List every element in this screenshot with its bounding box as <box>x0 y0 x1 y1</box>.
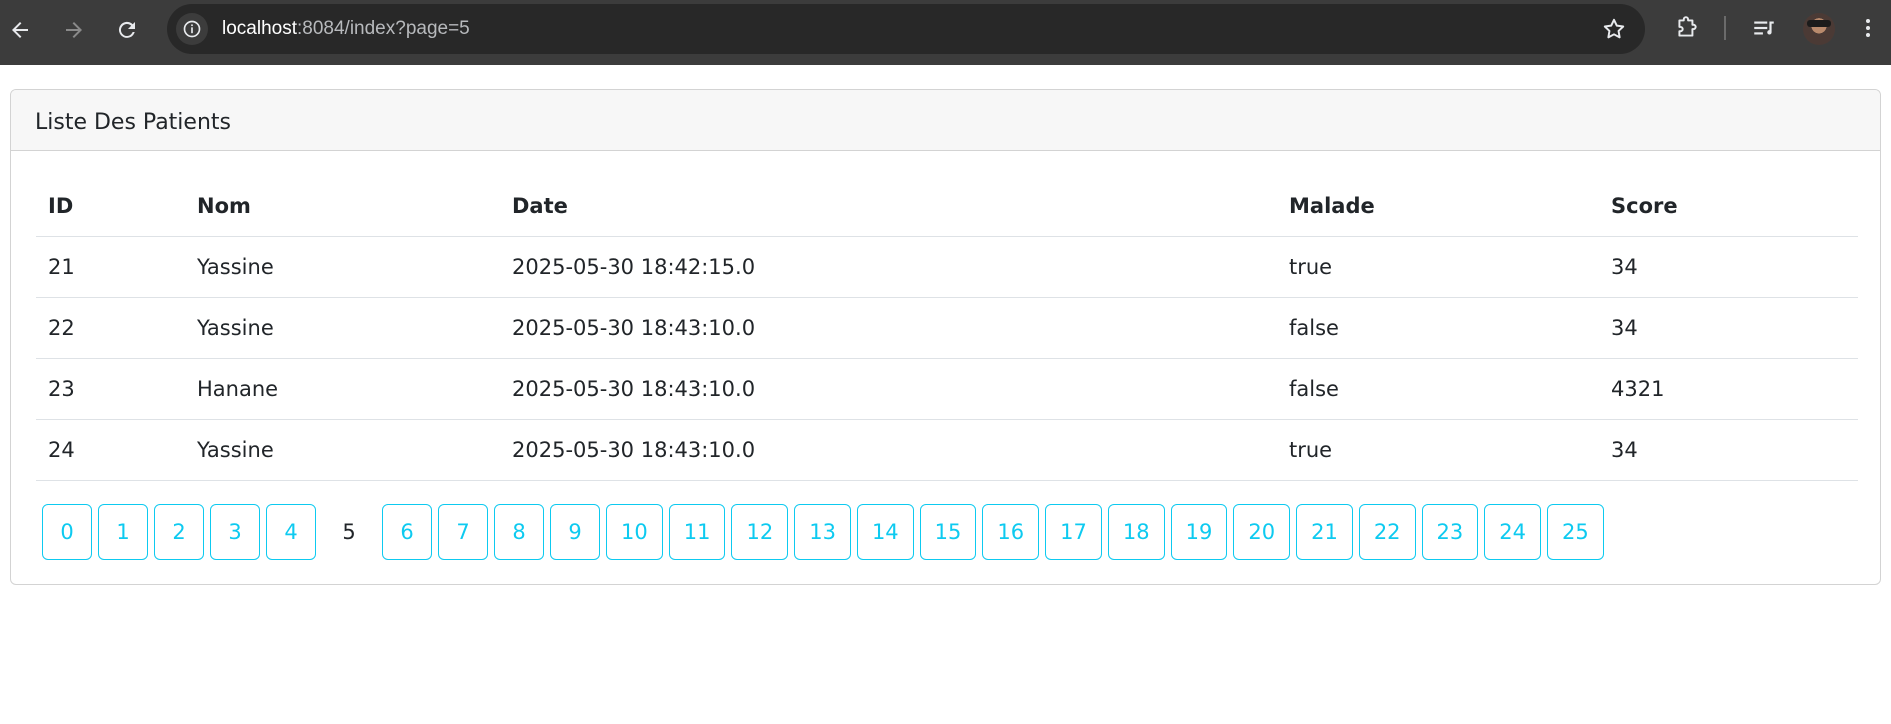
cell-nom: Hanane <box>185 358 500 420</box>
cell-score: 4321 <box>1599 358 1858 420</box>
media-queue-icon[interactable] <box>1749 13 1779 43</box>
page-link-11[interactable]: 11 <box>668 504 726 560</box>
header-score: Score <box>1599 176 1858 237</box>
page-link-19[interactable]: 19 <box>1170 504 1228 560</box>
browser-toolbar: localhost:8084/index?page=5 <box>0 0 1891 65</box>
cell-id: 24 <box>36 419 185 481</box>
cell-date: 2025-05-30 18:42:15.0 <box>500 236 1277 298</box>
url-path: :8084/index?page=5 <box>297 18 470 39</box>
cell-malade: false <box>1277 358 1599 420</box>
address-bar[interactable]: localhost:8084/index?page=5 <box>167 4 1645 54</box>
header-malade: Malade <box>1277 176 1599 237</box>
page-link-20[interactable]: 20 <box>1233 504 1291 560</box>
page-link-3[interactable]: 3 <box>210 504 260 560</box>
forward-button[interactable] <box>54 10 94 50</box>
reload-icon <box>118 21 135 38</box>
url-host: localhost <box>222 18 297 39</box>
page-link-0[interactable]: 0 <box>42 504 92 560</box>
cell-nom: Yassine <box>185 419 500 481</box>
back-button[interactable] <box>0 10 40 50</box>
cell-malade: true <box>1277 236 1599 298</box>
cell-nom: Yassine <box>185 236 500 298</box>
table-row: 21 Yassine 2025-05-30 18:42:15.0 true 34 <box>36 236 1858 298</box>
cell-id: 22 <box>36 297 185 359</box>
table-row: 23 Hanane 2025-05-30 18:43:10.0 false 43… <box>36 358 1858 420</box>
cell-malade: false <box>1277 297 1599 359</box>
page-link-4[interactable]: 4 <box>266 504 316 560</box>
cell-score: 34 <box>1599 297 1858 359</box>
page-current: 5 <box>342 520 356 544</box>
page-link-24[interactable]: 24 <box>1484 504 1542 560</box>
profile-avatar[interactable] <box>1803 13 1835 45</box>
page-link-1[interactable]: 1 <box>98 504 148 560</box>
header-id: ID <box>36 176 185 237</box>
cell-id: 21 <box>36 236 185 298</box>
arrow-right-icon <box>66 22 82 38</box>
page-link-21[interactable]: 21 <box>1296 504 1353 560</box>
page-link-18[interactable]: 18 <box>1107 504 1165 560</box>
page-link-2[interactable]: 2 <box>154 504 204 560</box>
table-row: 22 Yassine 2025-05-30 18:43:10.0 false 3… <box>36 297 1858 359</box>
cell-malade: true <box>1277 419 1599 481</box>
page-link-14[interactable]: 14 <box>856 504 914 560</box>
site-info-icon[interactable] <box>176 13 208 45</box>
page-link-22[interactable]: 22 <box>1358 504 1416 560</box>
patients-table: ID Nom Date Malade Score 21 Yassine 2025… <box>36 176 1858 481</box>
page-link-16[interactable]: 16 <box>982 504 1040 560</box>
page-link-17[interactable]: 17 <box>1045 504 1102 560</box>
pagination: 0 1 2 3 4 5 6 7 8 9 10 11 12 13 14 15 16… <box>42 504 1604 560</box>
page-link-15[interactable]: 15 <box>919 504 977 560</box>
url-text: localhost:8084/index?page=5 <box>222 18 470 40</box>
cell-date: 2025-05-30 18:43:10.0 <box>500 358 1277 420</box>
page-link-7[interactable]: 7 <box>438 504 488 560</box>
cell-score: 34 <box>1599 236 1858 298</box>
cell-date: 2025-05-30 18:43:10.0 <box>500 297 1277 359</box>
page-link-25[interactable]: 25 <box>1547 504 1604 560</box>
cell-id: 23 <box>36 358 185 420</box>
page-link-10[interactable]: 10 <box>606 504 663 560</box>
extensions-icon[interactable] <box>1672 13 1702 43</box>
arrow-left-icon <box>12 22 28 38</box>
patients-card: Liste Des Patients ID Nom Date Malade Sc… <box>10 89 1881 585</box>
table-row: 24 Yassine 2025-05-30 18:43:10.0 true 34 <box>36 419 1858 481</box>
toolbar-divider <box>1724 16 1726 40</box>
page-link-12[interactable]: 12 <box>731 504 789 560</box>
header-nom: Nom <box>185 176 500 237</box>
card-title: Liste Des Patients <box>35 110 231 135</box>
page-link-8[interactable]: 8 <box>494 504 544 560</box>
cell-score: 34 <box>1599 419 1858 481</box>
page-link-6[interactable]: 6 <box>382 504 432 560</box>
page-link-23[interactable]: 23 <box>1421 504 1479 560</box>
cell-nom: Yassine <box>185 297 500 359</box>
bookmark-star-icon[interactable] <box>1601 16 1627 42</box>
reload-button[interactable] <box>107 10 147 50</box>
card-header: Liste Des Patients <box>11 90 1880 151</box>
more-menu-icon[interactable] <box>1853 13 1883 43</box>
cell-date: 2025-05-30 18:43:10.0 <box>500 419 1277 481</box>
table-header-row: ID Nom Date Malade Score <box>36 176 1858 237</box>
page-link-13[interactable]: 13 <box>794 504 851 560</box>
page-link-9[interactable]: 9 <box>550 504 600 560</box>
header-date: Date <box>500 176 1277 237</box>
